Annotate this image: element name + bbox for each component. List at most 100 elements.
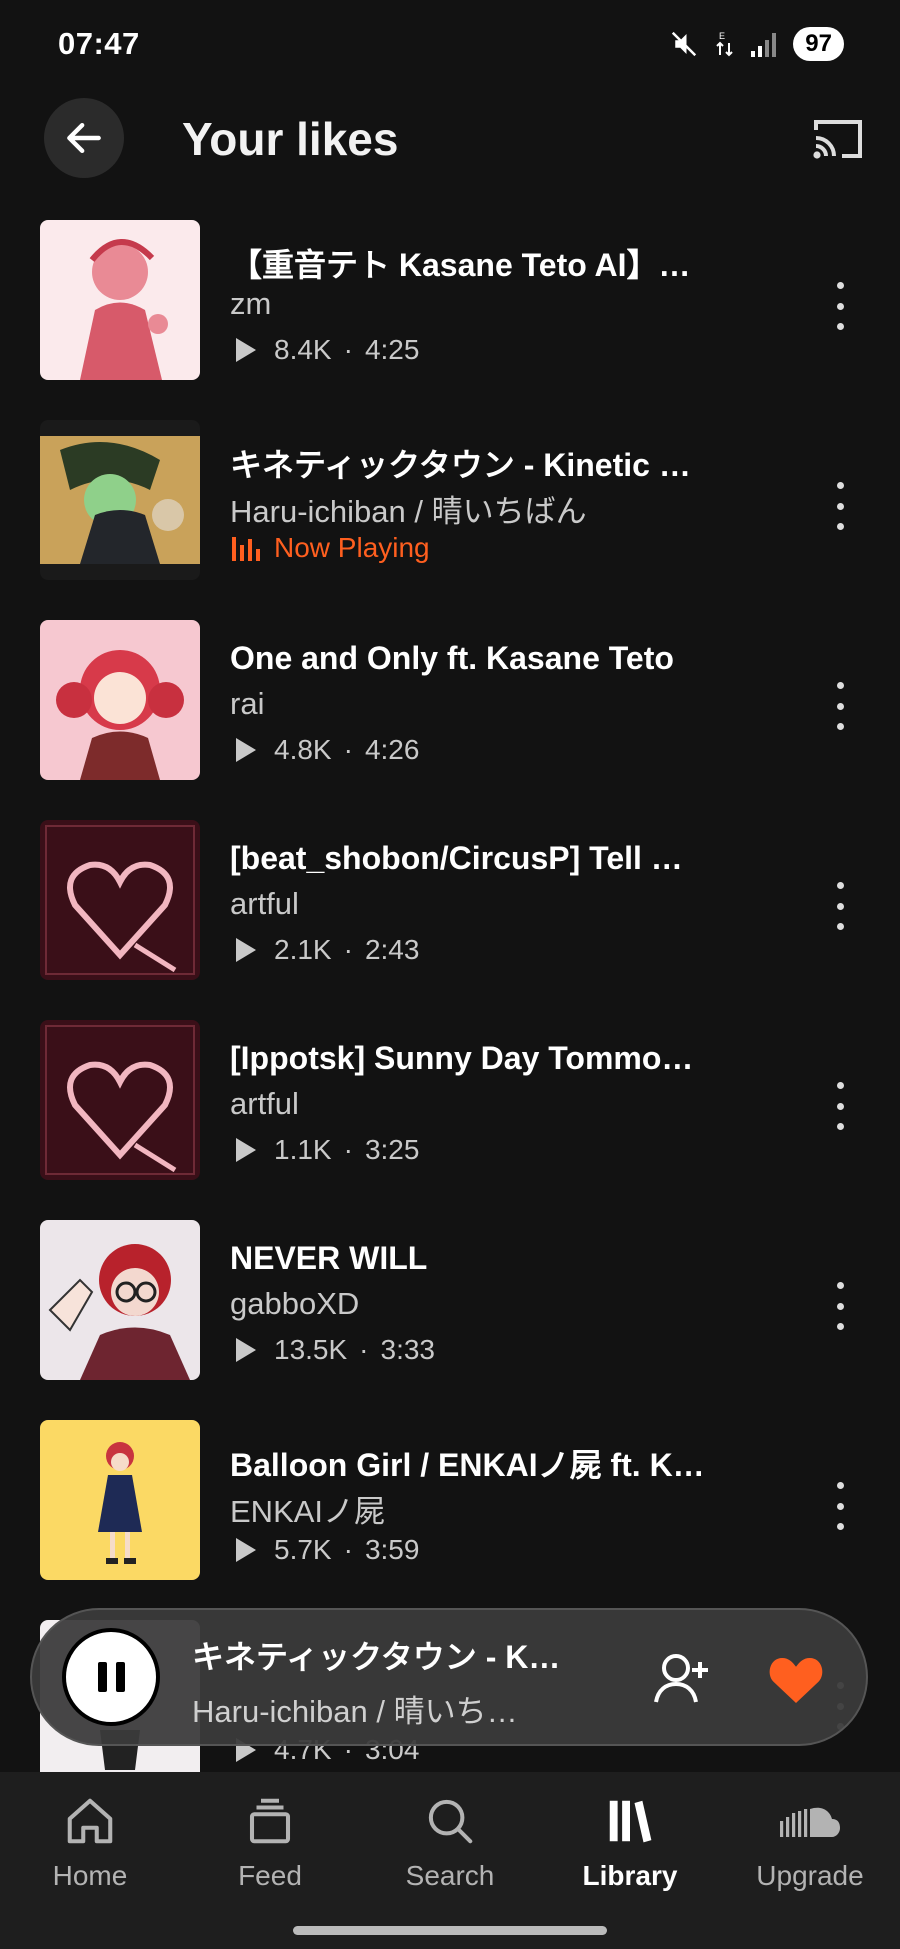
back-button[interactable]: [44, 98, 124, 178]
play-count-icon: [236, 338, 256, 362]
track-stats: 4.8K · 4:26: [236, 734, 419, 766]
more-options-button[interactable]: [828, 282, 852, 330]
battery-indicator: 97: [793, 27, 844, 61]
more-options-button[interactable]: [828, 682, 852, 730]
add-user-icon: [654, 1654, 708, 1703]
track-row[interactable]: [beat_shobon/CircusP] Tell … artful 2.1K…: [0, 812, 900, 1012]
track-row[interactable]: One and Only ft. Kasane Teto rai 4.8K · …: [0, 612, 900, 812]
nav-label: Upgrade: [756, 1860, 864, 1891]
track-artwork: [40, 1020, 200, 1180]
library-icon: [609, 1800, 652, 1843]
status-time: 07:47: [58, 26, 140, 61]
track-stats: 5.7K · 3:59: [236, 1534, 419, 1566]
home-indicator[interactable]: [293, 1926, 607, 1935]
track-title: One and Only ft. Kasane Teto: [230, 640, 674, 676]
mute-icon: [672, 31, 697, 57]
track-title: 【重音テト Kasane Teto AI】…: [230, 247, 691, 283]
track-stats: 1.1K · 3:25: [236, 1134, 419, 1166]
track-artist: artful: [230, 886, 299, 921]
now-playing-label: Now Playing: [274, 532, 430, 563]
track-stats: 2.1K · 2:43: [236, 934, 419, 966]
stats-separator: ·: [359, 1334, 369, 1365]
now-playing-indicator: Now Playing: [232, 532, 430, 564]
stats-separator: ·: [343, 334, 353, 365]
more-options-button[interactable]: [828, 1482, 852, 1530]
page-title: Your likes: [182, 113, 399, 165]
nav-label: Feed: [238, 1860, 302, 1891]
more-options-button[interactable]: [828, 482, 852, 530]
track-stats: 8.4K · 4:25: [236, 334, 419, 366]
play-count-icon: [236, 738, 256, 762]
soundcloud-icon: [780, 1807, 840, 1837]
play-count: 1.1K: [274, 1134, 332, 1165]
play-count: 13.5K: [274, 1334, 348, 1365]
mini-player-title: キネティックタウン - K…: [192, 1639, 561, 1675]
feed-icon: [249, 1798, 291, 1844]
track-title: キネティックタウン - Kinetic …: [230, 447, 691, 483]
stats-separator: ·: [343, 1134, 353, 1165]
mini-player[interactable]: キネティックタウン - K… Haru-ichiban / 晴いち…: [30, 1608, 868, 1746]
play-count: 5.7K: [274, 1534, 332, 1565]
follow-artist-button[interactable]: [652, 1650, 712, 1706]
track-row[interactable]: NEVER WILL gabboXD 13.5K · 3:33: [0, 1212, 900, 1412]
track-duration: 3:59: [364, 1534, 420, 1565]
track-duration: 4:25: [364, 334, 420, 365]
track-duration: 3:33: [380, 1334, 436, 1365]
search-icon: [428, 1799, 473, 1844]
play-count-icon: [236, 938, 256, 962]
bottom-nav: Home Feed Search Library Upgrade: [0, 1772, 900, 1949]
more-options-button[interactable]: [828, 1282, 852, 1330]
nav-library[interactable]: Library: [540, 1792, 720, 1902]
stats-separator: ·: [343, 734, 353, 765]
track-artist: rai: [230, 686, 265, 721]
track-row[interactable]: [Ippotsk] Sunny Day Tommo… artful 1.1K ·…: [0, 1012, 900, 1212]
like-button[interactable]: [766, 1650, 826, 1706]
status-icons: E 97: [669, 24, 844, 64]
nav-label: Library: [582, 1860, 678, 1891]
track-row[interactable]: キネティックタウン - Kinetic … Haru-ichiban / 晴いち…: [0, 412, 900, 612]
track-title: Balloon Girl / ENKAIノ屍 ft. K…: [230, 1447, 705, 1483]
heart-icon: [769, 1658, 823, 1703]
track-artwork: [40, 620, 200, 780]
arrow-left-icon: [67, 122, 101, 154]
svg-text:E: E: [719, 31, 725, 41]
track-row[interactable]: 【重音テト Kasane Teto AI】… zm 8.4K · 4:25: [0, 212, 900, 412]
nav-upgrade[interactable]: Upgrade: [720, 1792, 900, 1902]
nav-search[interactable]: Search: [360, 1792, 540, 1902]
nav-home[interactable]: Home: [0, 1792, 180, 1902]
data-arrows-icon: E: [716, 31, 734, 57]
track-artwork: [40, 820, 200, 980]
nav-label: Search: [405, 1860, 495, 1891]
track-artwork: [40, 220, 200, 380]
track-artist: artful: [230, 1086, 299, 1121]
more-options-button[interactable]: [828, 882, 852, 930]
track-artist: ENKAIノ屍: [230, 1494, 386, 1529]
track-duration: 2:43: [364, 934, 420, 965]
cast-icon: [813, 120, 862, 159]
track-title: [beat_shobon/CircusP] Tell …: [230, 840, 683, 876]
play-count: 4.8K: [274, 734, 332, 765]
nav-label: Home: [52, 1860, 128, 1891]
play-count: 8.4K: [274, 334, 332, 365]
play-count-icon: [236, 1338, 256, 1362]
track-artwork: [40, 1220, 200, 1380]
play-count-icon: [236, 1138, 256, 1162]
track-row[interactable]: Balloon Girl / ENKAIノ屍 ft. K… ENKAIノ屍 5.…: [0, 1412, 900, 1612]
more-options-button[interactable]: [828, 1082, 852, 1130]
pause-icon: [97, 1662, 107, 1692]
nav-feed[interactable]: Feed: [180, 1792, 360, 1902]
home-icon: [67, 1798, 113, 1844]
track-artist: gabboXD: [230, 1286, 360, 1321]
header: Your likes: [0, 96, 900, 180]
stats-separator: ·: [343, 934, 353, 965]
mini-player-artist: Haru-ichiban / 晴いち…: [192, 1694, 518, 1729]
track-artwork: [40, 420, 200, 580]
track-list: 【重音テト Kasane Teto AI】… zm 8.4K · 4:25 キネ…: [0, 212, 900, 1812]
track-artist: zm: [230, 286, 272, 321]
cast-button[interactable]: [810, 116, 866, 162]
track-artist: Haru-ichiban / 晴いちばん: [230, 494, 587, 529]
signal-icon: [751, 33, 777, 57]
track-duration: 4:26: [364, 734, 420, 765]
track-duration: 3:25: [364, 1134, 420, 1165]
pause-button[interactable]: [62, 1628, 160, 1726]
